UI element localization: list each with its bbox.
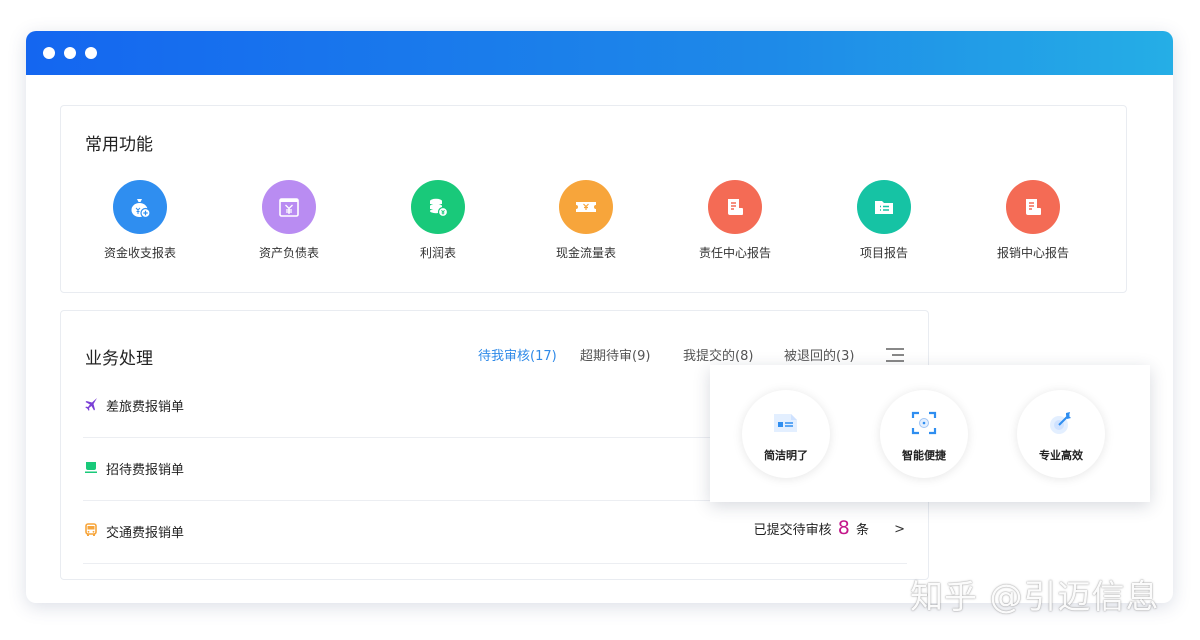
func-profit-statement[interactable]: 利润表: [368, 180, 508, 261]
tab-returned[interactable]: 被退回的(3): [784, 345, 854, 364]
feature-label: 智能便捷: [902, 449, 946, 462]
func-label: 利润表: [419, 246, 456, 260]
scan-focus-icon: [911, 411, 937, 435]
money-bag-icon: [113, 180, 167, 234]
list-item-transport-expense[interactable]: 交通费报销单 已提交待审核 8 条 >: [83, 501, 907, 564]
func-fund-income-expense[interactable]: 资金收支报表: [70, 180, 210, 261]
status-prefix: 已提交待审核: [753, 523, 832, 538]
app-window: 常用功能 资金收支报表 资产负债表 利润表 现金流量表 责任中心报告 项目报告 …: [26, 31, 1173, 603]
feature-smart-convenient[interactable]: 智能便捷: [880, 390, 968, 478]
bus-icon: [85, 523, 97, 536]
tab-pending-my-review[interactable]: 待我审核(17): [478, 345, 557, 364]
func-label: 资产负债表: [258, 246, 319, 260]
window-titlebar: [26, 31, 1173, 75]
ticket-icon: [559, 180, 613, 234]
window-dot-close[interactable]: [43, 47, 55, 59]
coin-stack-icon: [411, 180, 465, 234]
func-label: 报销中心报告: [996, 246, 1069, 260]
menu-icon[interactable]: [886, 348, 904, 362]
folder-list-icon: [857, 180, 911, 234]
feature-simple-clear[interactable]: 简洁明了: [742, 390, 830, 478]
status-suffix: 条: [855, 523, 869, 538]
watermark-text: 知乎 @引迈信息: [910, 577, 1160, 616]
func-label: 现金流量表: [555, 246, 616, 260]
status-text: 已提交待审核 8 条: [754, 517, 869, 539]
status-count: 8: [837, 517, 850, 539]
window-dot-maximize[interactable]: [85, 47, 97, 59]
func-label: 资金收支报表: [103, 246, 176, 260]
common-functions-card: 常用功能 资金收支报表 资产负债表 利润表 现金流量表 责任中心报告 项目报告 …: [60, 105, 1127, 293]
func-reimbursement-center-report[interactable]: 报销中心报告: [963, 180, 1103, 261]
feature-professional-efficient[interactable]: 专业高效: [1017, 390, 1105, 478]
func-responsibility-center-report[interactable]: 责任中心报告: [665, 180, 805, 261]
feature-label: 简洁明了: [764, 449, 808, 462]
report-doc-icon: [708, 180, 762, 234]
tab-my-submitted[interactable]: 我提交的(8): [683, 345, 753, 364]
tab-overdue-pending[interactable]: 超期待审(9): [580, 345, 650, 364]
target-dart-icon: [1050, 412, 1071, 434]
common-functions-grid: 资金收支报表 资产负债表 利润表 现金流量表 责任中心报告 项目报告 报销中心报…: [61, 180, 1126, 280]
report-doc-icon: [1006, 180, 1060, 234]
func-cash-flow[interactable]: 现金流量表: [516, 180, 656, 261]
list-item-label: 交通费报销单: [106, 526, 185, 541]
common-functions-title: 常用功能: [85, 135, 153, 155]
cup-icon: [85, 462, 97, 473]
features-popup: 简洁明了 智能便捷 专业高效: [710, 365, 1150, 502]
feature-label: 专业高效: [1039, 449, 1083, 462]
card-list-icon: [774, 414, 797, 432]
func-label: 项目报告: [859, 246, 908, 260]
func-project-report[interactable]: 项目报告: [814, 180, 954, 261]
list-item-label: 招待费报销单: [106, 463, 185, 478]
chevron-right-icon[interactable]: >: [894, 522, 905, 537]
func-label: 责任中心报告: [698, 246, 771, 260]
airplane-icon: [85, 398, 97, 411]
business-processing-title: 业务处理: [85, 349, 153, 369]
list-item-label: 差旅费报销单: [106, 400, 185, 415]
window-dot-minimize[interactable]: [64, 47, 76, 59]
yen-ledger-icon: [262, 180, 316, 234]
func-balance-sheet[interactable]: 资产负债表: [219, 180, 359, 261]
